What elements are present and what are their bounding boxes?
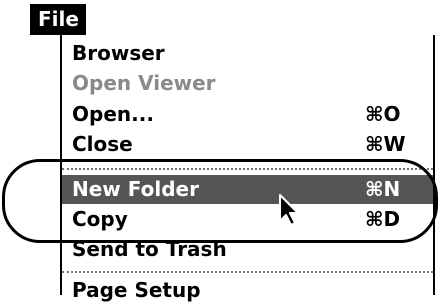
menu-item-shortcut: ⌘N	[365, 177, 401, 201]
menu-item-label: Page Setup	[72, 278, 201, 302]
menu-item-copy[interactable]: Copy ⌘D	[62, 205, 433, 234]
arrow-cursor-icon	[279, 194, 299, 226]
menu-item-shortcut: ⌘W	[365, 132, 406, 156]
menu-item-shortcut: ⌘O	[365, 102, 401, 126]
file-menu-dropdown: Browser Open Viewer Open... ⌘O Close ⌘W …	[60, 35, 435, 302]
menu-item-send-to-trash[interactable]: Send to Trash	[62, 235, 433, 264]
menu-item-label: Copy	[72, 207, 128, 231]
menu-item-label: Browser	[72, 41, 165, 65]
menu-separator	[62, 271, 433, 273]
menu-item-page-setup[interactable]: Page Setup	[62, 276, 433, 305]
menu-item-close[interactable]: Close ⌘W	[62, 130, 433, 159]
menu-item-label: New Folder	[72, 177, 199, 201]
file-menu-title[interactable]: File	[30, 4, 86, 35]
menu-item-open[interactable]: Open... ⌘O	[62, 100, 433, 129]
menu-item-label: Open...	[72, 102, 154, 126]
menu-item-label: Open Viewer	[72, 71, 216, 95]
menu-item-browser[interactable]: Browser	[62, 39, 433, 68]
menu-item-open-viewer: Open Viewer	[62, 69, 433, 98]
menu-item-shortcut: ⌘D	[365, 207, 401, 231]
menu-item-label: Close	[72, 132, 133, 156]
menu-item-new-folder[interactable]: New Folder ⌘N	[62, 175, 433, 204]
menu-item-label: Send to Trash	[72, 237, 227, 261]
menu-separator	[62, 168, 433, 170]
file-menu-title-label: File	[38, 7, 79, 31]
